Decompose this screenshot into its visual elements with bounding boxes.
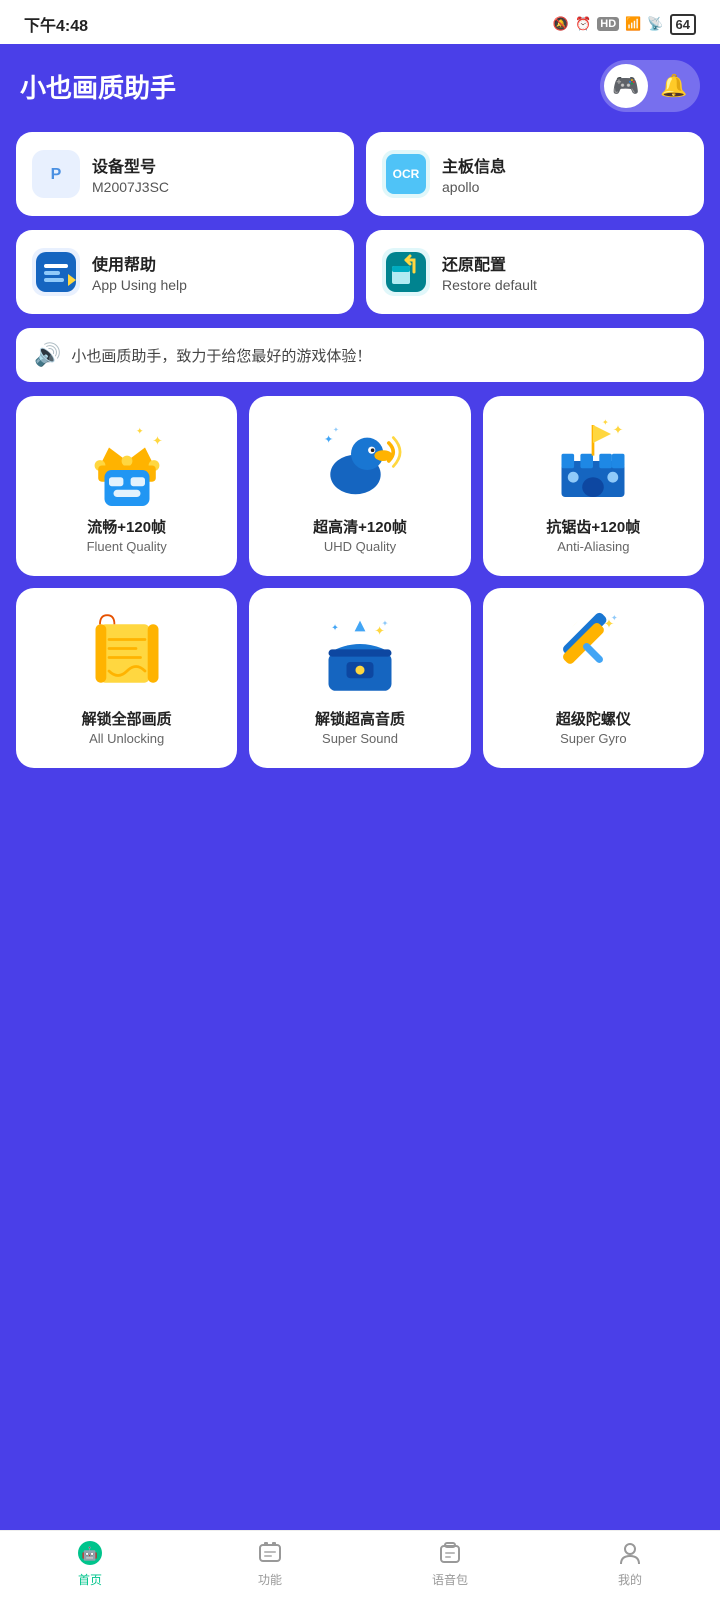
restore-text: 还原配置 Restore default [442,251,537,293]
device-model-label: 设备型号 [92,153,169,177]
gamepad-button[interactable]: 🎮 [604,64,648,108]
main-content: P 设备型号 M2007J3SC OCR 主板信息 apollo [0,132,720,858]
svg-text:🤖: 🤖 [82,1546,98,1561]
speaker-icon: 🔊 [34,342,61,368]
super-gyro-en: Super Gyro [560,731,626,746]
svg-text:✦: ✦ [331,623,339,633]
svg-text:✦: ✦ [152,434,163,448]
restore-sublabel: Restore default [442,277,537,293]
svg-text:✦: ✦ [602,418,609,427]
battery-icon: 64 [670,14,696,35]
home-nav-icon: 🤖 [76,1539,104,1567]
super-sound-card[interactable]: ✦ ✦ ✦ 解锁超高音质 Super Sound [249,588,470,768]
ocr-icon: OCR [382,150,430,198]
status-icons: 🔕 ⏰ HD 📶 📡 64 [553,14,696,35]
fluent-quality-en: Fluent Quality [87,539,167,554]
app-help-label: 使用帮助 [92,251,187,275]
app-help-card[interactable]: 使用帮助 App Using help [16,230,354,314]
help-cards-row: 使用帮助 App Using help 还原配置 Restore default [16,230,704,314]
anti-aliasing-cn: 抗锯齿+120帧 [546,516,640,537]
uhd-quality-cn: 超高清+120帧 [313,516,407,537]
bell-button[interactable]: 🔔 [652,64,696,108]
svg-text:✦: ✦ [333,425,339,434]
super-gyro-cn: 超级陀螺仪 [556,708,631,729]
nav-voice-pack[interactable]: 语音包 [360,1539,540,1588]
super-sound-icon: ✦ ✦ ✦ [315,608,405,698]
info-cards-row: P 设备型号 M2007J3SC OCR 主板信息 apollo [16,132,704,216]
fluent-quality-card[interactable]: ✦ ✦ 流畅+120帧 Fluent Quality [16,396,237,576]
help-icon [32,248,80,296]
super-sound-cn: 解锁超高音质 [315,708,405,729]
motherboard-label: 主板信息 [442,153,506,177]
banner-text: 小也画质助手，致力于给您最好的游戏体验！ [71,345,371,366]
header-buttons: 🎮 🔔 [600,60,700,112]
anti-aliasing-card[interactable]: ✦ ✦ 抗锯齿+120帧 Anti-Aliasing [483,396,704,576]
feature-grid: ✦ ✦ 流畅+120帧 Fluent Quality [16,396,704,768]
all-unlocking-icon [82,608,172,698]
nav-home[interactable]: 🤖 首页 [0,1539,180,1588]
all-unlocking-card[interactable]: 解锁全部画质 All Unlocking [16,588,237,768]
fluent-quality-cn: 流畅+120帧 [87,516,166,537]
app-title: 小也画质助手 [20,68,176,105]
nav-mine[interactable]: 我的 [540,1539,720,1588]
nav-features[interactable]: 功能 [180,1539,360,1588]
bottom-nav: 🤖 首页 功能 语音包 [0,1530,720,1600]
svg-text:P: P [51,166,62,183]
anti-aliasing-icon: ✦ ✦ [548,416,638,506]
uhd-quality-icon: ✦ ✦ [315,416,405,506]
anti-aliasing-en: Anti-Aliasing [557,539,629,554]
status-time: 下午4:48 [24,12,88,36]
app-help-text: 使用帮助 App Using help [92,251,187,293]
fluent-quality-icon: ✦ ✦ [82,416,172,506]
super-gyro-card[interactable]: ✦ ✦ 超级陀螺仪 Super Gyro [483,588,704,768]
wifi-icon: 📡 [647,16,663,32]
svg-text:✦: ✦ [136,426,144,436]
restore-icon [382,248,430,296]
status-bar: 下午4:48 🔕 ⏰ HD 📶 📡 64 [0,0,720,44]
uhd-quality-card[interactable]: ✦ ✦ 超高清+120帧 UHD Quality [249,396,470,576]
all-unlocking-en: All Unlocking [89,731,164,746]
super-sound-en: Super Sound [322,731,398,746]
mute-icon: 🔕 [553,16,569,32]
svg-text:✦: ✦ [613,423,624,437]
device-model-value: M2007J3SC [92,179,169,195]
device-model-card[interactable]: P 设备型号 M2007J3SC [16,132,354,216]
motherboard-value: apollo [442,179,506,195]
svg-text:✦: ✦ [324,434,333,446]
motherboard-text: 主板信息 apollo [442,153,506,195]
features-nav-label: 功能 [258,1571,282,1588]
app-help-sublabel: App Using help [92,277,187,293]
uhd-quality-en: UHD Quality [324,539,396,554]
hd-icon: HD [597,17,619,31]
banner: 🔊 小也画质助手，致力于给您最好的游戏体验！ [16,328,704,382]
device-icon: P [32,150,80,198]
device-model-text: 设备型号 M2007J3SC [92,153,169,195]
home-nav-label: 首页 [78,1571,102,1588]
voice-pack-nav-icon [436,1539,464,1567]
mine-nav-label: 我的 [618,1571,642,1588]
alarm-icon: ⏰ [575,16,591,32]
top-header: 小也画质助手 🎮 🔔 [0,44,720,132]
mine-nav-icon [616,1539,644,1567]
svg-text:✦: ✦ [611,614,618,623]
bell-icon: 🔔 [660,73,687,99]
all-unlocking-cn: 解锁全部画质 [82,708,172,729]
signal-icon: 📶 [625,16,641,32]
super-gyro-icon: ✦ ✦ [548,608,638,698]
motherboard-card[interactable]: OCR 主板信息 apollo [366,132,704,216]
restore-card[interactable]: 还原配置 Restore default [366,230,704,314]
gamepad-icon: 🎮 [612,73,639,99]
voice-pack-nav-label: 语音包 [432,1571,468,1588]
svg-text:✦: ✦ [382,619,389,628]
features-nav-icon [256,1539,284,1567]
restore-label: 还原配置 [442,251,537,275]
